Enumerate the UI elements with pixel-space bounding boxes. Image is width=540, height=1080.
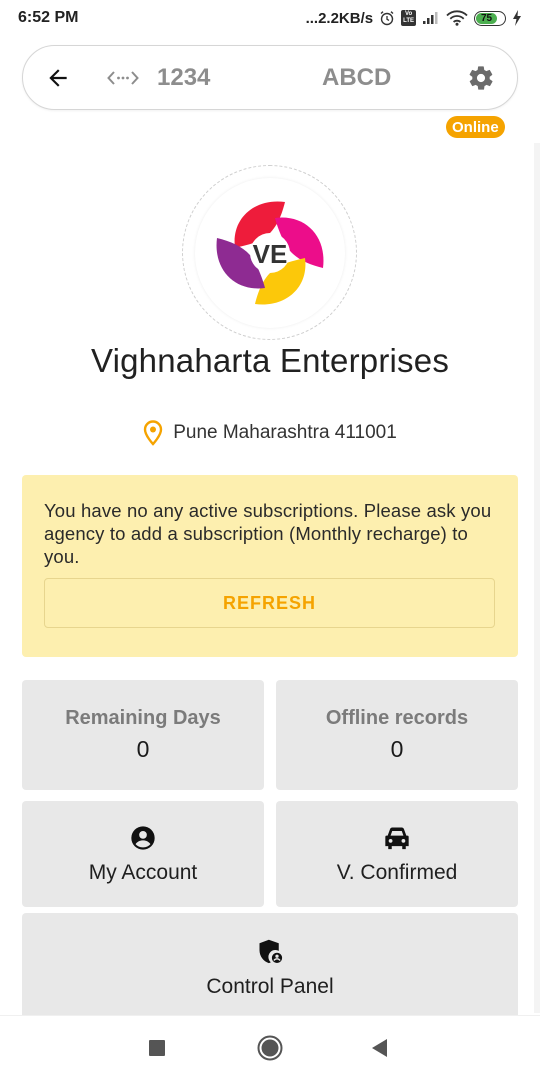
action-label: V. Confirmed bbox=[336, 861, 458, 884]
gear-icon bbox=[469, 65, 493, 90]
stat-value: 0 bbox=[390, 736, 404, 762]
signal-icon bbox=[422, 11, 440, 25]
admin-shield-icon bbox=[255, 937, 285, 967]
account-circle-icon bbox=[128, 823, 158, 853]
square-icon bbox=[149, 1040, 165, 1056]
status-bar: 6:52 PM ...2.2KB/s Vo LTE 75 bbox=[0, 0, 540, 36]
back-button[interactable] bbox=[43, 63, 73, 93]
remaining-days-card: Remaining Days 0 bbox=[22, 680, 264, 790]
stat-label: Offline records bbox=[325, 707, 469, 729]
circle-icon bbox=[257, 1035, 283, 1061]
triangle-back-icon bbox=[372, 1039, 387, 1057]
action-label: My Account bbox=[88, 861, 198, 884]
back-nav-button[interactable] bbox=[360, 1028, 400, 1068]
company-logo: VE bbox=[194, 177, 345, 328]
arrow-left-icon bbox=[49, 68, 67, 87]
company-logo-frame: VE bbox=[182, 165, 357, 340]
code-brackets-icon bbox=[107, 70, 139, 86]
refresh-button[interactable]: REFRESH bbox=[44, 578, 495, 628]
logo-text: VE bbox=[252, 239, 287, 269]
network-speed: ...2.2KB/s bbox=[305, 9, 374, 27]
location-pin-icon bbox=[144, 420, 163, 446]
car-icon bbox=[382, 823, 412, 853]
settings-button[interactable] bbox=[465, 62, 497, 94]
online-status-badge: Online bbox=[446, 116, 505, 138]
alarm-icon bbox=[379, 10, 395, 26]
volte-icon: Vo LTE bbox=[401, 10, 416, 26]
agent-code: 1234 bbox=[157, 63, 211, 91]
recents-button[interactable] bbox=[137, 1028, 177, 1068]
battery-icon: 75 bbox=[474, 10, 506, 26]
my-account-button[interactable]: My Account bbox=[22, 801, 264, 907]
status-time: 6:52 PM bbox=[18, 9, 79, 26]
control-panel-button[interactable]: Control Panel bbox=[22, 913, 518, 1023]
ve-logo-icon: VE bbox=[216, 200, 323, 305]
location-text: Pune Maharashtra 411001 bbox=[173, 422, 397, 443]
action-label: Control Panel bbox=[206, 975, 334, 998]
stat-label: Remaining Days bbox=[65, 707, 221, 729]
status-icons: ...2.2KB/s Vo LTE 75 bbox=[306, 10, 522, 27]
offline-records-card[interactable]: Offline records 0 bbox=[276, 680, 518, 790]
home-button[interactable] bbox=[250, 1028, 290, 1068]
subscription-alert: You have no any active subscriptions. Pl… bbox=[22, 475, 518, 657]
stat-value: 0 bbox=[136, 736, 150, 762]
scrollbar[interactable] bbox=[534, 143, 540, 1013]
alert-message: You have no any active subscriptions. Pl… bbox=[44, 500, 492, 567]
system-nav-bar bbox=[0, 1015, 540, 1080]
company-name: Vighnaharta Enterprises bbox=[90, 342, 450, 379]
battery-level: 75 bbox=[476, 12, 497, 24]
agent-name: ABCD bbox=[322, 63, 392, 91]
v-confirmed-button[interactable]: V. Confirmed bbox=[276, 801, 518, 907]
location: Pune Maharashtra 411001 bbox=[0, 420, 540, 446]
charging-icon bbox=[512, 10, 522, 26]
wifi-icon bbox=[446, 10, 468, 26]
top-bar: 1234 ABCD bbox=[22, 45, 518, 110]
